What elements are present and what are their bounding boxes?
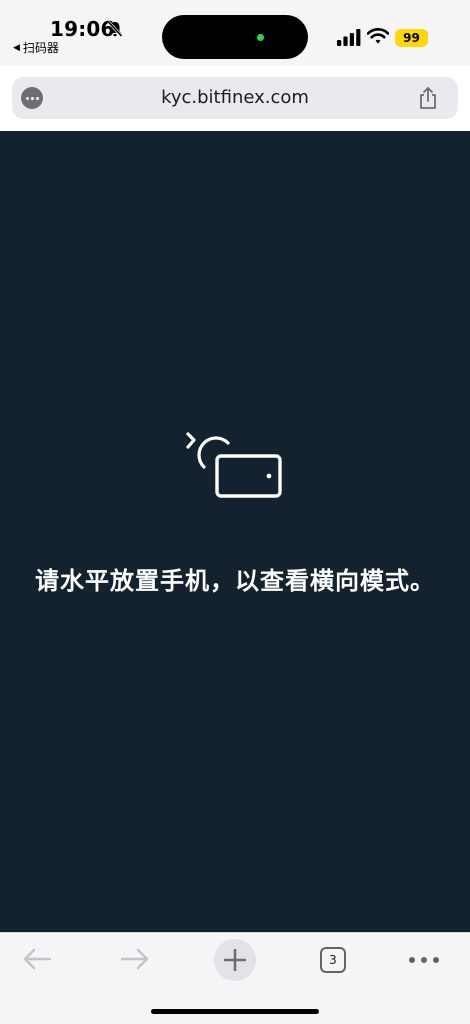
back-to-app-link[interactable]: ◀ 扫码器 <box>13 39 59 56</box>
forward-arrow-icon[interactable] <box>120 947 150 971</box>
share-icon[interactable] <box>417 86 439 110</box>
url-text[interactable]: kyc.bitfinex.com <box>62 77 408 119</box>
wifi-icon <box>367 28 389 44</box>
address-bar[interactable]: kyc.bitfinex.com <box>12 77 458 119</box>
status-time: 19:06 <box>50 17 115 41</box>
browser-page: 19:06 ◀ 扫码器 99 kyc.bitfinex.com 请水平放置手机，… <box>0 0 470 1024</box>
back-app-label: 扫码器 <box>22 41 59 55</box>
back-triangle-icon: ◀ <box>13 42 20 53</box>
plus-icon <box>224 949 246 971</box>
new-tab-button[interactable] <box>214 939 256 981</box>
camera-indicator-dot <box>257 34 264 41</box>
status-bar: 19:06 ◀ 扫码器 99 <box>0 0 470 66</box>
home-indicator[interactable] <box>151 1009 319 1014</box>
rotate-device-overlay: 请水平放置手机，以查看横向模式。 <box>0 131 470 932</box>
battery-icon: 99 <box>395 29 428 47</box>
rotate-instruction-text: 请水平放置手机，以查看横向模式。 <box>35 567 435 595</box>
dynamic-island <box>162 15 308 59</box>
bell-muted-icon <box>107 20 123 38</box>
back-arrow-icon[interactable] <box>22 947 52 971</box>
page-menu-icon[interactable] <box>21 87 43 109</box>
signal-icon <box>337 29 361 46</box>
tabs-button[interactable]: 3 <box>320 947 346 973</box>
rotate-device-icon <box>186 432 282 498</box>
more-icon[interactable] <box>409 957 439 965</box>
